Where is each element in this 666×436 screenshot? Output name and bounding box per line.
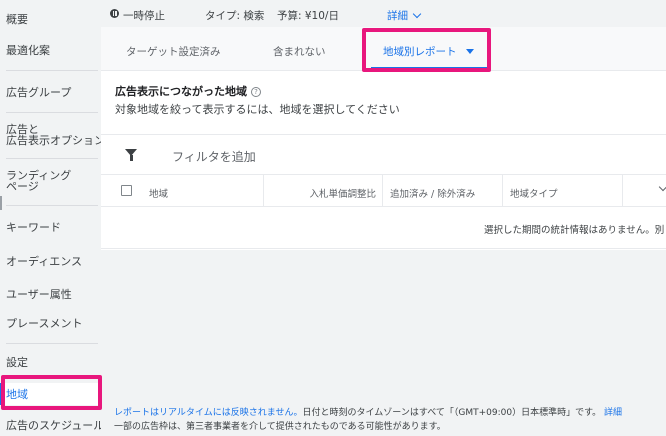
nav-ads-extensions[interactable]: 広告と 広告表示オプション <box>6 124 105 146</box>
column-separator <box>382 175 383 207</box>
section-title: 広告表示につながった地域? <box>115 83 261 99</box>
column-header-location[interactable]: 地域 <box>149 186 168 200</box>
nav-landing-pages[interactable]: ランディング ページ <box>6 170 101 192</box>
nav-divider <box>6 158 98 159</box>
column-separator <box>502 175 503 207</box>
tab-targeted[interactable]: ターゲット設定済み <box>126 44 221 59</box>
highlight-locations-nav <box>1 375 102 410</box>
column-chevron-icon[interactable] <box>658 182 666 192</box>
nav-settings[interactable]: 設定 <box>6 357 101 369</box>
realtime-note-link[interactable]: レポートはリアルタイムには反映されません。 <box>114 408 302 418</box>
column-header-bid-adjustment[interactable]: 入札単価調整比 <box>284 186 376 200</box>
campaign-status-bar: 一時停止 タイプ: 検索 予算: ¥10/日 詳細 <box>101 0 666 27</box>
nav-recommendations[interactable]: 最適化案 <box>6 45 101 57</box>
table-header: 地域 入札単価調整比 追加済み / 除外済み 地域タイプ <box>101 174 666 207</box>
nav-overview[interactable]: 概要 <box>6 14 101 26</box>
details-label: 詳細 <box>387 10 408 22</box>
learn-more-link[interactable]: 詳細 <box>604 408 622 418</box>
add-filter-button[interactable]: フィルタを追加 <box>172 148 256 165</box>
campaign-status: 一時停止 <box>123 10 165 22</box>
content-background <box>101 250 666 400</box>
nav-audiences[interactable]: オーディエンス <box>6 256 101 268</box>
tab-excluded[interactable]: 含まれない <box>273 44 326 59</box>
nav-scroll-indicator <box>0 196 2 210</box>
column-separator <box>263 175 264 207</box>
campaign-budget: 予算: ¥10/日 <box>277 10 339 22</box>
nav-divider <box>6 343 98 344</box>
nav-ad-schedule[interactable]: 広告のスケジュール <box>6 420 104 432</box>
column-header-added-excluded[interactable]: 追加済み / 除外済み <box>390 186 475 200</box>
filter-icon[interactable] <box>125 149 137 161</box>
details-toggle[interactable]: 詳細 <box>387 8 422 23</box>
highlight-location-report-tab <box>362 28 491 72</box>
filter-bar[interactable]: フィルタを追加 <box>101 134 666 174</box>
campaign-type: タイプ: 検索 <box>205 10 265 22</box>
help-icon[interactable]: ? <box>251 87 261 97</box>
nav-keywords[interactable]: キーワード <box>6 222 101 234</box>
pause-circle-icon <box>110 9 119 18</box>
footer-line-2: 一部の広告枠は、第三者事業者を介して提供されたものである可能性があります。 <box>114 422 446 432</box>
nav-divider <box>6 112 98 113</box>
select-all-checkbox[interactable] <box>121 185 132 196</box>
nav-divider <box>6 70 98 71</box>
nav-divider <box>6 205 98 206</box>
footer-notes: レポートはリアルタイムには反映されません。日付と時刻のタイムゾーンはすべて「（G… <box>101 400 666 436</box>
timezone-note: 日付と時刻のタイムゾーンはすべて「（GMT+09:00）日本標準時」です。 <box>302 408 602 418</box>
left-nav: 概要 最適化案 広告グループ 広告と 広告表示オプション ランディング ページ … <box>0 0 105 436</box>
section-title-text: 広告表示につながった地域 <box>115 85 247 98</box>
chevron-down-icon <box>412 9 422 19</box>
nav-placements[interactable]: プレースメント <box>6 318 101 330</box>
empty-state-message: 選択した期間の統計情報はありません。別 <box>484 225 665 236</box>
footer-line-1: レポートはリアルタイムには反映されません。日付と時刻のタイムゾーンはすべて「（G… <box>114 405 622 418</box>
nav-demographics[interactable]: ユーザー属性 <box>6 289 101 301</box>
table-empty-row: 選択した期間の統計情報はありません。別 <box>101 207 666 249</box>
column-separator <box>622 175 623 207</box>
section-subtitle: 対象地域を絞って表示するには、地域を選択してください <box>115 103 400 116</box>
column-header-location-type[interactable]: 地域タイプ <box>510 186 558 200</box>
nav-ad-groups[interactable]: 広告グループ <box>6 87 101 99</box>
